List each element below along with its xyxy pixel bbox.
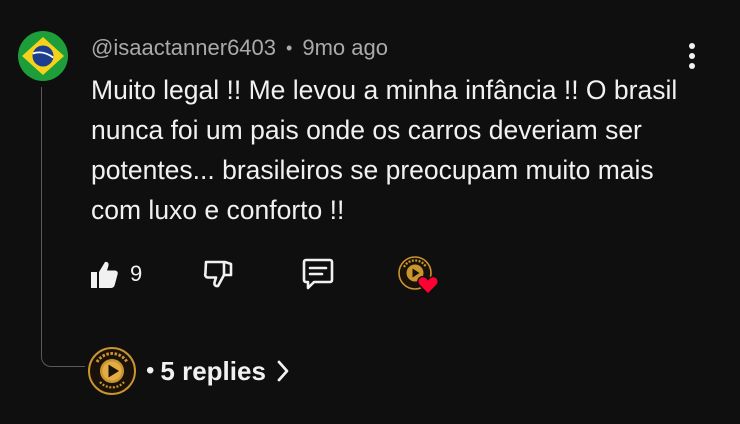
- comment-actions: 9: [88, 252, 468, 296]
- chevron-right-icon: [276, 359, 290, 383]
- more-vertical-icon: [689, 43, 695, 69]
- comment-icon: [302, 258, 334, 290]
- replies-count-label[interactable]: 5 replies: [160, 356, 266, 387]
- creator-heart-badge: [398, 256, 442, 298]
- author-avatar[interactable]: [18, 31, 68, 81]
- thumbs-up-filled-icon: [91, 261, 118, 288]
- author-handle[interactable]: @isaactanner6403: [91, 35, 276, 61]
- reply-button[interactable]: [300, 252, 336, 296]
- channel-avatar-icon: [88, 347, 136, 395]
- like-button[interactable]: 9: [88, 252, 142, 296]
- comment-meta: @isaactanner6403 • 9mo ago: [91, 33, 388, 63]
- replies-separator: •: [146, 357, 155, 384]
- dislike-button[interactable]: [202, 252, 234, 296]
- like-count: 9: [130, 261, 143, 286]
- heart-icon: [417, 275, 439, 295]
- meta-separator: •: [286, 37, 293, 58]
- thumbs-down-icon: [203, 260, 233, 288]
- thread-connector-line: [41, 87, 85, 367]
- comment-menu-button[interactable]: [674, 38, 710, 74]
- brazil-flag-icon: [18, 31, 68, 81]
- comment-text: Muito legal !! Me levou a minha infância…: [91, 75, 678, 225]
- view-replies-button[interactable]: • 5 replies: [88, 346, 290, 396]
- comment-timestamp: 9mo ago: [302, 35, 388, 60]
